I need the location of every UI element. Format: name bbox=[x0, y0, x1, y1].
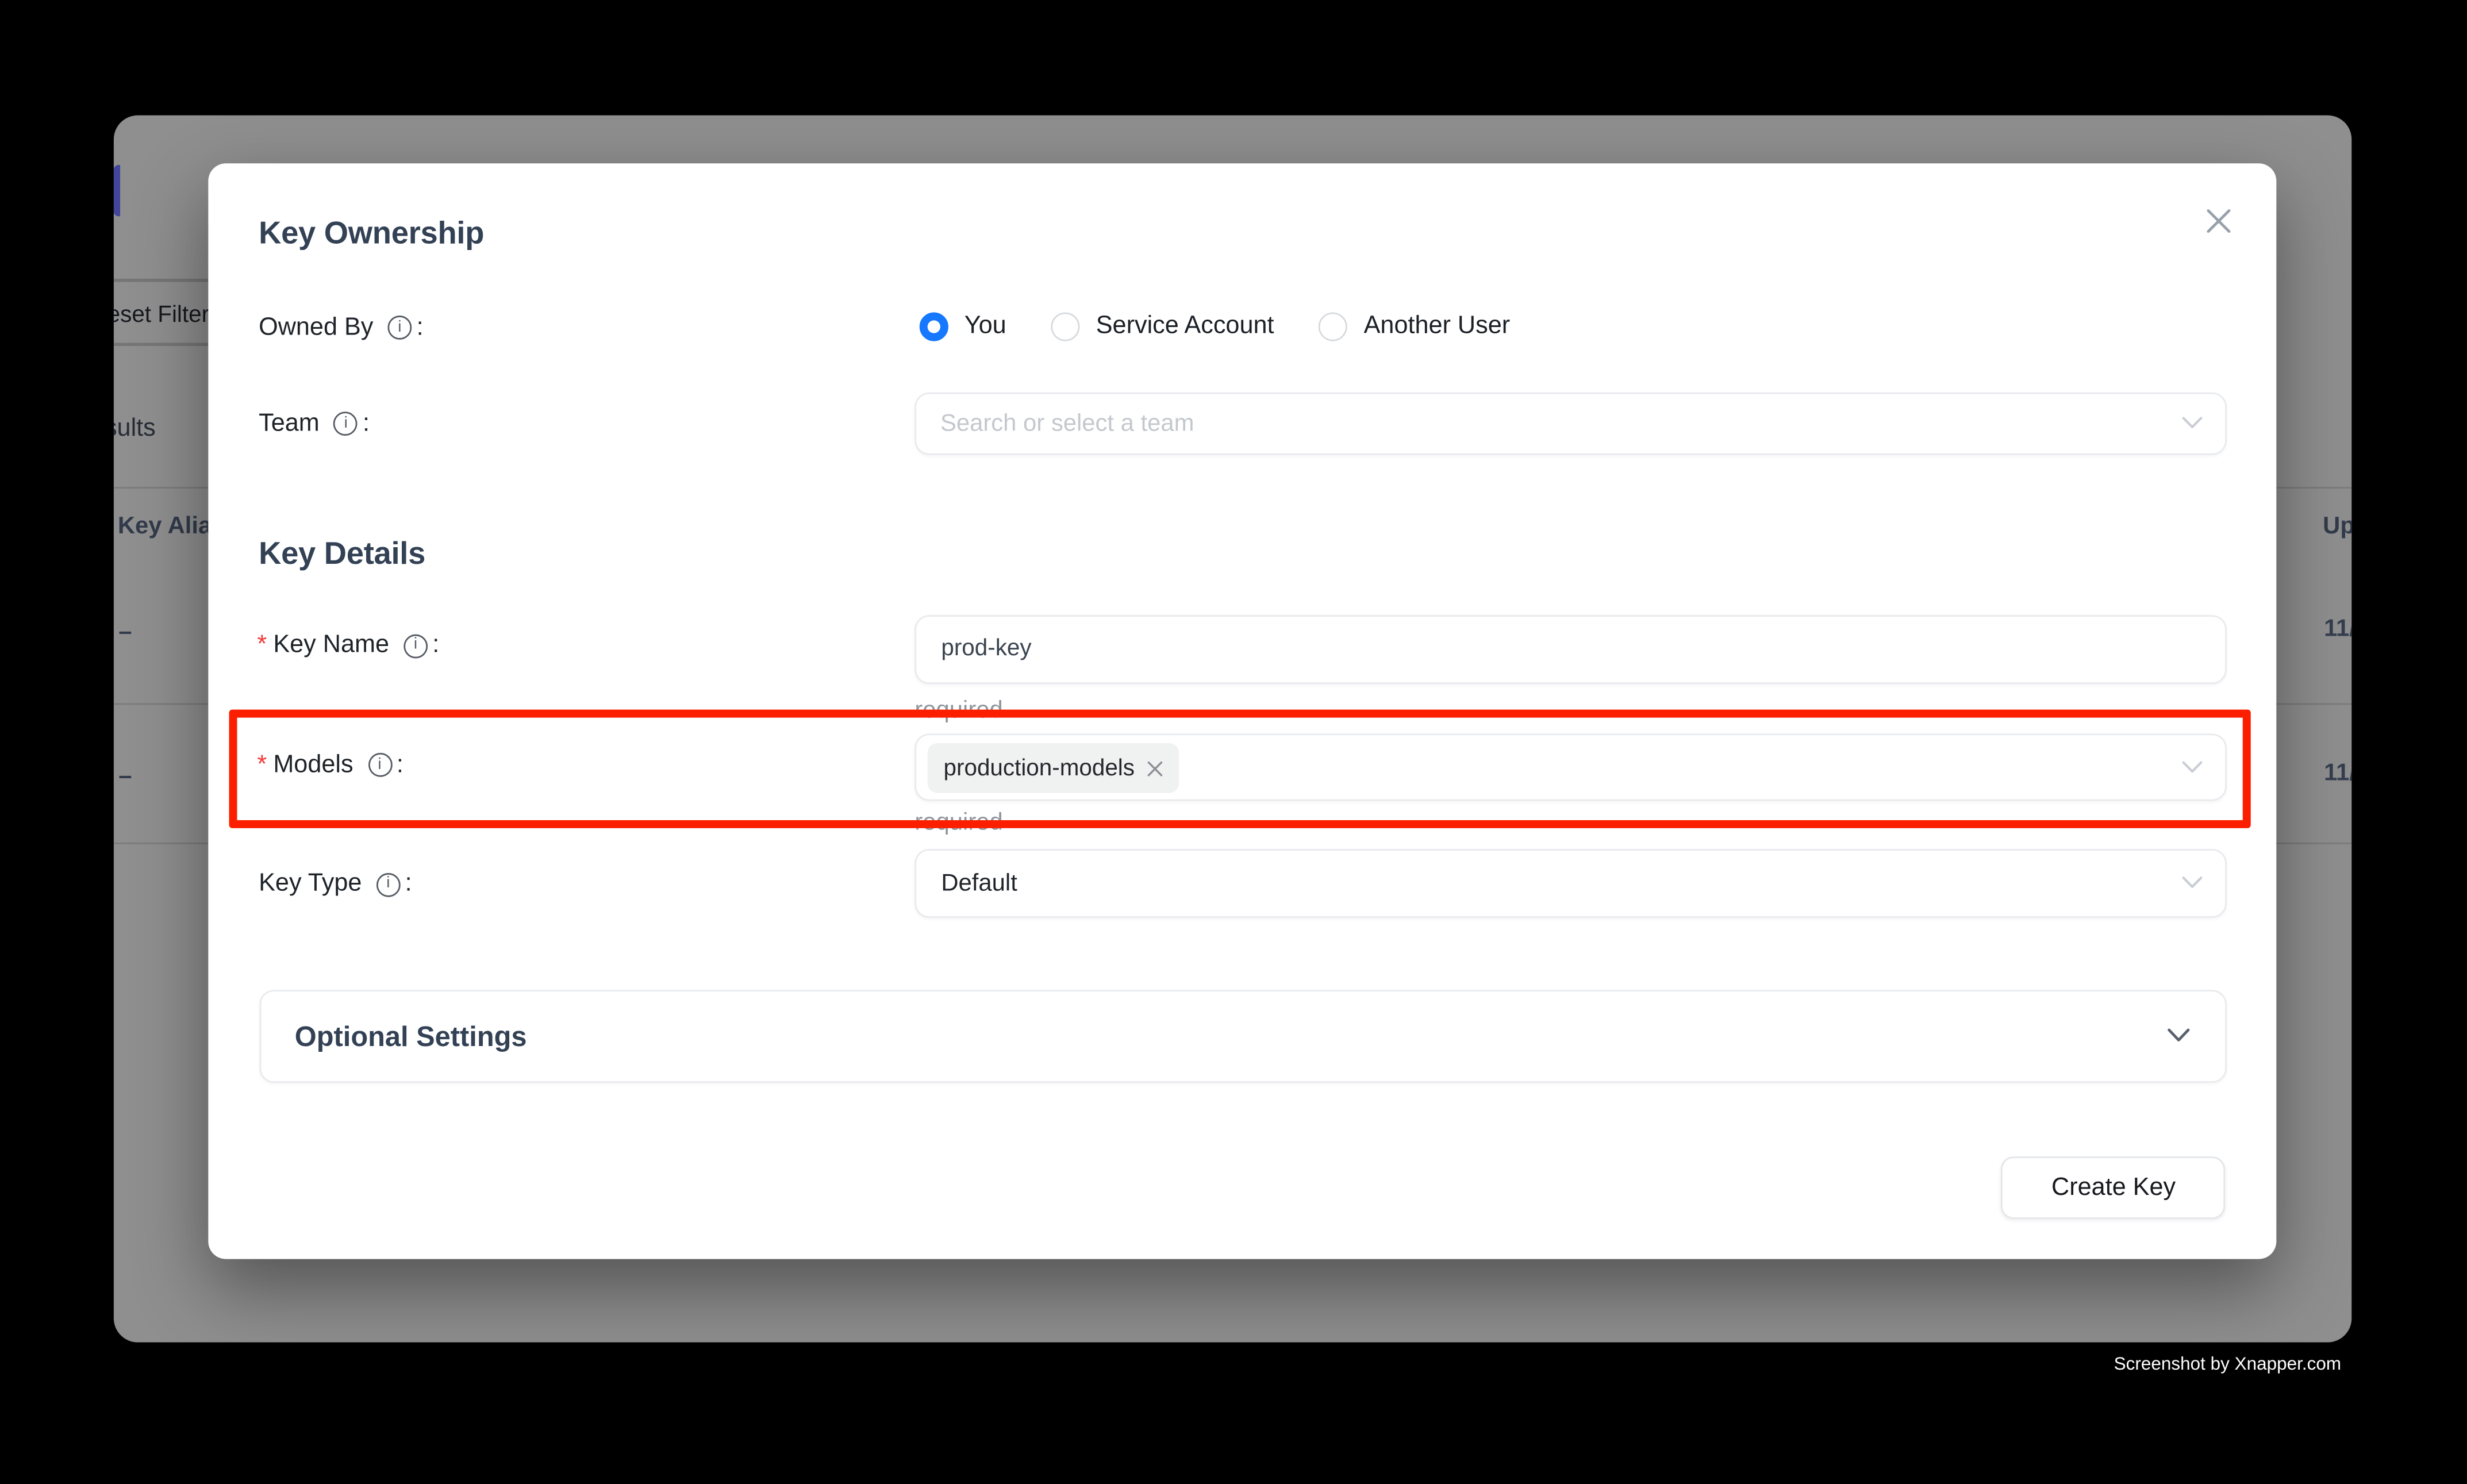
team-select[interactable]: Search or select a team bbox=[914, 392, 2226, 455]
info-icon[interactable]: i bbox=[376, 872, 401, 897]
optional-settings-panel[interactable]: Optional Settings bbox=[259, 989, 2226, 1083]
owned-by-label-text: Owned By bbox=[259, 313, 373, 342]
annotation-highlight-rectangle bbox=[229, 710, 2251, 828]
screenshot-canvas: Reset Filters results Key Alias Updated … bbox=[0, 0, 2467, 1484]
key-type-label: Key Type i : bbox=[259, 870, 412, 898]
key-name-input[interactable]: prod-key bbox=[914, 615, 2226, 683]
watermark-text: Screenshot by Xnapper.com bbox=[2114, 1355, 2342, 1374]
column-header-updated[interactable]: Updated bbox=[2323, 513, 2352, 540]
key-name-label: * Key Name i : bbox=[257, 631, 439, 660]
radio-service-account-label[interactable]: Service Account bbox=[1096, 312, 1274, 341]
label-colon: : bbox=[405, 870, 412, 898]
key-name-label-text: Key Name bbox=[273, 631, 389, 660]
table-row-updated-cell: 11/20 bbox=[2324, 760, 2352, 787]
radio-another-user-label[interactable]: Another User bbox=[1364, 312, 1511, 341]
table-row-key-alias-cell: – bbox=[118, 618, 132, 645]
team-select-placeholder: Search or select a team bbox=[940, 410, 1194, 437]
radio-another-user[interactable] bbox=[1319, 312, 1348, 341]
required-asterisk: * bbox=[257, 631, 267, 660]
reset-filters-button[interactable]: Reset Filters bbox=[114, 302, 221, 328]
create-key-button[interactable]: Create Key bbox=[2001, 1157, 2226, 1220]
chevron-down-icon bbox=[2181, 417, 2202, 429]
close-icon[interactable] bbox=[2205, 208, 2231, 234]
modal-section-title-details: Key Details bbox=[259, 537, 425, 574]
clipped-primary-button[interactable] bbox=[114, 165, 120, 217]
key-type-select-value: Default bbox=[941, 870, 1017, 897]
modal-section-title-ownership: Key Ownership bbox=[259, 216, 484, 253]
label-colon: : bbox=[363, 409, 370, 438]
key-name-input-value: prod-key bbox=[941, 636, 1031, 662]
team-label: Team i : bbox=[259, 409, 370, 438]
label-colon: : bbox=[432, 631, 439, 660]
results-count-text: results bbox=[114, 415, 156, 444]
table-row-key-alias-cell: – bbox=[118, 763, 132, 790]
radio-service-account[interactable] bbox=[1051, 312, 1080, 341]
info-icon[interactable]: i bbox=[404, 633, 428, 658]
key-type-select[interactable]: Default bbox=[914, 849, 2226, 917]
optional-settings-title: Optional Settings bbox=[295, 1020, 527, 1054]
chevron-down-icon bbox=[2181, 877, 2202, 890]
radio-you-label[interactable]: You bbox=[964, 312, 1006, 341]
chevron-down-icon[interactable] bbox=[2166, 1029, 2189, 1043]
owned-by-label: Owned By i : bbox=[259, 313, 424, 342]
table-row-updated-cell: 11/20 bbox=[2324, 615, 2352, 642]
team-label-text: Team bbox=[259, 409, 320, 438]
key-type-label-text: Key Type bbox=[259, 870, 362, 898]
owned-by-radio-group: You Service Account Another User bbox=[920, 312, 1510, 341]
info-icon[interactable]: i bbox=[334, 412, 358, 436]
label-colon: : bbox=[417, 313, 424, 342]
radio-you[interactable] bbox=[920, 312, 948, 341]
info-icon[interactable]: i bbox=[387, 316, 412, 340]
